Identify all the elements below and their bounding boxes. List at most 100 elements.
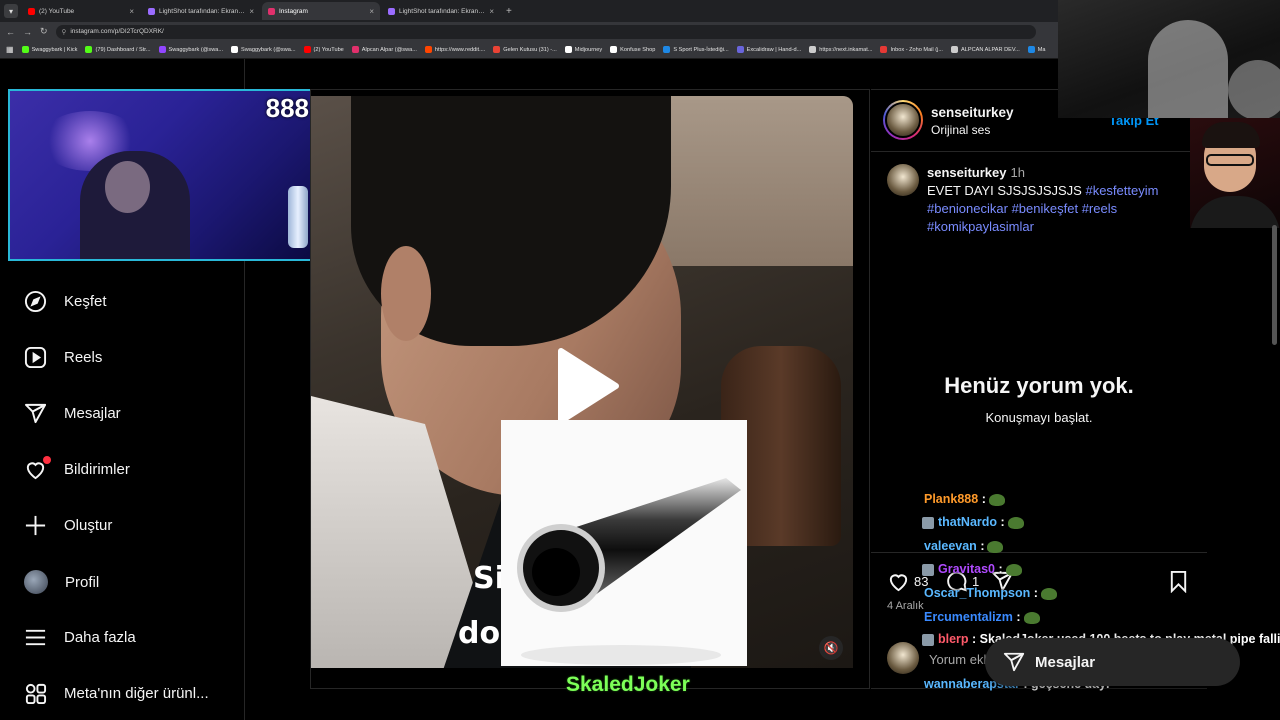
chat-message: Plank888 : (924, 492, 1005, 506)
browser-tab[interactable]: LightShot tarafından: Ekran Gö × (142, 2, 260, 20)
reload-icon[interactable]: ↻ (40, 26, 48, 37)
bookmark-item[interactable]: Alpcan Alpar (@swa... (351, 46, 417, 53)
close-icon[interactable]: × (489, 7, 494, 16)
avatar (885, 102, 921, 138)
bookmark-label: Swaggybark (@swa... (241, 46, 296, 53)
browser-tab-active[interactable]: Instagram × (262, 2, 380, 20)
sidebar-item-reels[interactable]: Reels (24, 346, 102, 369)
grid-icon (25, 683, 47, 705)
bookmark-label: (2) YouTube (313, 46, 344, 53)
bookmark-item[interactable]: Swaggybark (@swa... (231, 46, 296, 53)
bookmark-favicon (231, 46, 239, 53)
chat-message: valeevan : (924, 539, 1004, 553)
twitch-chat-overlay: Plank888 : thatNardo : valeevan : Gravitas0… (920, 0, 1280, 720)
chat-username[interactable]: Oscar_Thompson (924, 586, 1030, 600)
browser-tab[interactable]: (2) YouTube × (22, 2, 140, 20)
chat-username[interactable]: blerp (938, 632, 969, 646)
menu-icon (25, 629, 46, 646)
bookmark-favicon (809, 46, 817, 53)
post-date: 4 Aralık (887, 600, 924, 612)
frog-emote-icon (988, 493, 1005, 506)
apps-icon[interactable]: ▦ (6, 45, 14, 54)
close-icon[interactable]: × (249, 7, 254, 16)
chat-message: Oscar_Thompson : (924, 586, 1057, 600)
messages-label: Mesajlar (1035, 653, 1096, 671)
bookmark-item[interactable]: Excalidraw | Hand-d... (736, 46, 801, 53)
sidebar-item-label: Keşfet (64, 293, 107, 310)
chat-username[interactable]: thatNardo (938, 515, 997, 529)
mute-icon[interactable]: 🔇 (819, 636, 843, 660)
chat-text: : (998, 562, 1003, 576)
messages-icon (1003, 652, 1025, 672)
play-icon[interactable] (551, 346, 621, 426)
tab-list-button[interactable]: ▾ (4, 4, 18, 18)
bookmark-favicon (736, 46, 744, 53)
sidebar-item-messages[interactable]: Mesajlar (24, 402, 121, 425)
bookmark-favicon (351, 46, 359, 53)
chat-message: Gravitas0 : (922, 562, 1022, 576)
frog-emote-icon (1007, 516, 1024, 529)
chat-username[interactable]: valeevan (924, 539, 977, 553)
messages-bar[interactable]: Mesajlar (985, 638, 1240, 686)
forward-icon[interactable]: → (23, 27, 32, 37)
site-info-icon[interactable]: ⚲ (62, 28, 67, 36)
bookmark-item[interactable]: Swaggybark | Kick (21, 46, 77, 53)
bookmark-favicon (85, 46, 93, 53)
sidebar-item-label: Meta'nın diğer ürünl... (64, 685, 209, 702)
sidebar-item-label: Mesajlar (64, 405, 121, 422)
avatar[interactable] (887, 164, 919, 196)
lightshot-favicon (388, 7, 395, 15)
heart-icon (889, 574, 908, 592)
story-ring[interactable] (883, 100, 923, 140)
bookmark-label: https://www.reddit.... (434, 46, 486, 53)
chat-badge-icon (922, 563, 934, 576)
bookmark-label: Konfuse Shop (620, 46, 656, 53)
chat-username[interactable]: Plank888 (924, 492, 978, 506)
close-icon[interactable]: × (129, 7, 134, 16)
bookmark-item[interactable]: (79) Dashboard / Str... (85, 46, 151, 53)
chat-text: : (980, 539, 985, 553)
sidebar-item-more[interactable]: Daha fazla (24, 626, 136, 649)
bookmark-favicon (610, 46, 618, 53)
bookmark-item[interactable]: https://www.reddit.... (424, 46, 486, 53)
plus-icon (25, 515, 46, 536)
sidebar-item-label: Bildirimler (64, 461, 130, 478)
close-icon[interactable]: × (369, 7, 374, 16)
bookmark-item[interactable]: S Sport Plus-İstediği... (663, 46, 729, 53)
bookmark-item[interactable]: Midjourney (564, 46, 603, 53)
alert-username: SkaledJoker (566, 673, 690, 696)
bookmark-favicon (493, 46, 501, 53)
instagram-favicon (268, 7, 275, 15)
chat-text: : (981, 492, 986, 506)
bookmark-favicon (303, 46, 311, 53)
bookmark-item[interactable]: (2) YouTube (303, 46, 344, 53)
sidebar-item-meta[interactable]: Meta'nın diğer ürünl... (24, 682, 209, 705)
webcam-counter: 888 (265, 93, 309, 123)
sidebar-item-explore[interactable]: Keşfet (24, 290, 107, 313)
bookmark-label: Alpcan Alpar (@swa... (361, 46, 417, 53)
bookmark-item[interactable]: Swaggybark (@swa... (158, 46, 223, 53)
back-icon[interactable]: ← (6, 27, 15, 37)
chat-username[interactable]: Gravitas0 (938, 562, 995, 576)
bookmark-item[interactable]: Gelen Kutusu (31) -... (493, 46, 557, 53)
new-tab-icon[interactable]: + (502, 6, 516, 17)
sidebar-item-notifications[interactable]: Bildirimler (24, 456, 130, 481)
sidebar-item-profile[interactable]: Profil (24, 570, 99, 594)
sidebar-item-create[interactable]: Oluştur (24, 514, 112, 537)
bookmark-label: Midjourney (574, 46, 603, 53)
tab-title: LightShot tarafından: Ekran Gö (399, 7, 486, 15)
avatar (887, 642, 919, 674)
chat-badge-icon (922, 633, 934, 646)
chat-username[interactable]: Ercumentalizm (924, 610, 1013, 624)
bookmark-label: https://next.inkamat... (819, 46, 873, 53)
browser-tab[interactable]: LightShot tarafından: Ekran Gö × (382, 2, 500, 20)
bookmark-item[interactable]: Konfuse Shop (610, 46, 655, 53)
bookmark-item[interactable]: https://next.inkamat... (809, 46, 872, 53)
url-field[interactable]: ⚲ instagram.com/p/DI2TcrQDXRK/ (55, 24, 1036, 39)
notification-dot (43, 456, 51, 464)
avatar (24, 570, 48, 594)
compass-icon (24, 290, 47, 313)
sidebar-item-label: Oluştur (64, 517, 113, 534)
chat-message: Ercumentalizm : (924, 610, 1040, 624)
chat-message: thatNardo : (922, 515, 1024, 529)
